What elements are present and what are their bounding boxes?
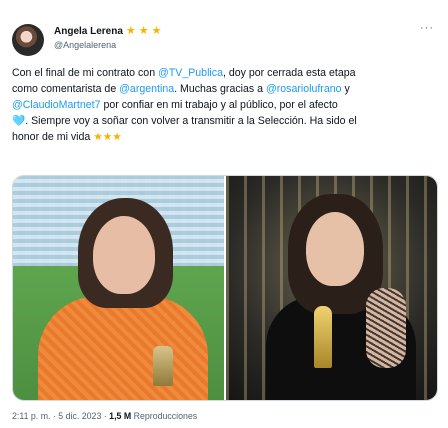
- star-emoji-icon: ★★★: [93, 131, 122, 143]
- views-count: 1,5 M: [109, 411, 132, 421]
- more-options-icon[interactable]: ···: [420, 22, 434, 34]
- tweet-line: @ClaudioMartnet7 por confiar en mi traba…: [12, 97, 436, 113]
- face-shape: [306, 212, 364, 286]
- text-segment: y: [341, 83, 350, 95]
- tweet-line: Con el final de mi contrato con @TV_Publ…: [12, 65, 436, 81]
- trophy-shape: [153, 346, 173, 386]
- tattooed-arm-shape: [366, 288, 406, 368]
- tweet-text: Con el final de mi contrato con @TV_Publ…: [12, 65, 436, 145]
- text-segment: . Siempre voy a soñar con volver a trans…: [25, 115, 357, 127]
- avatar[interactable]: [12, 24, 44, 56]
- tweet-line: 🩵. Siempre voy a soñar con volver a tran…: [12, 113, 436, 129]
- author-handle[interactable]: @Angelalerena: [54, 40, 116, 50]
- sweater-shape: [38, 296, 208, 400]
- star-badge-icon: ★: [125, 25, 136, 37]
- text-segment: como comentarista de: [12, 83, 120, 95]
- tweet-line: como comentarista de @argentina. Muchas …: [12, 81, 436, 97]
- views-label: Reproducciones: [131, 411, 198, 421]
- face-shape: [93, 216, 155, 294]
- tweet-meta: 2:11 p. m. · 5 dic. 2023 · 1,5 M Reprodu…: [12, 411, 197, 421]
- text-segment: , doy por cerrada esta etapa: [222, 67, 356, 79]
- heart-icon: 🩵: [12, 115, 26, 127]
- text-segment: honor de mi vida: [12, 131, 91, 143]
- mention-link[interactable]: @argentina: [119, 83, 174, 95]
- photo-left[interactable]: [13, 176, 224, 400]
- star-badge-icon: ★: [151, 25, 162, 37]
- tweet-time[interactable]: 2:11 p. m.: [12, 411, 50, 421]
- tweet-line: honor de mi vida ★★★: [12, 129, 436, 145]
- author-row: Angela Lerena ★ ★ ★: [54, 25, 162, 38]
- mention-link[interactable]: @rosariolufrano: [266, 83, 342, 95]
- photo-right[interactable]: [226, 176, 437, 400]
- mention-link[interactable]: @TV_Publica: [158, 67, 223, 79]
- text-segment: . Muchas gracias a: [174, 83, 266, 95]
- separator: ·: [101, 411, 110, 421]
- text-segment: Con el final de mi contrato con: [12, 67, 159, 79]
- text-segment: por confiar en mi trabajo y al público, …: [100, 99, 338, 111]
- tweet: Angela Lerena ★ ★ ★ @Angelalerena ··· Co…: [0, 0, 448, 428]
- star-badge-icon: ★: [138, 25, 149, 37]
- mention-link[interactable]: @ClaudioMartnet7: [12, 99, 101, 111]
- author-name[interactable]: Angela Lerena: [54, 26, 123, 37]
- media-grid: [12, 175, 438, 401]
- statuette-shape: [314, 306, 332, 368]
- tweet-date[interactable]: 5 dic. 2023: [58, 411, 101, 421]
